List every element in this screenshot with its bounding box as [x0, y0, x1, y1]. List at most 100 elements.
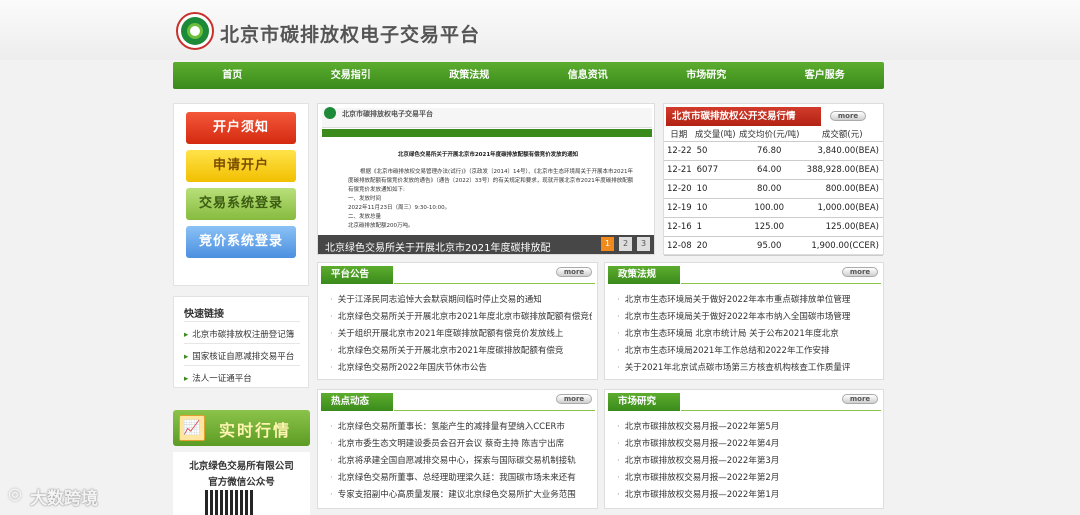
list-item[interactable]: 北京市碳排放权交易月报—2022年第5月 [617, 420, 879, 432]
policies-panel: 政策法规 more 北京市生态环境局关于做好2022年本市重点碳排放单位管理 北… [604, 262, 884, 380]
divider [681, 410, 881, 411]
nav-item-news[interactable]: 信息资讯 [529, 62, 648, 89]
list-item[interactable]: 北京市碳排放权交易月报—2022年第3月 [617, 454, 879, 466]
slide-body-line: 二、发放总量 [348, 214, 382, 220]
slide-caption[interactable]: 北京绿色交易所关于开展北京市2021年度碳排放配 [325, 239, 550, 254]
table-row: 12-21 6077 64.00 388,928.00(BEA) [664, 160, 883, 180]
list-item[interactable]: 关于2021年北京试点碳市场第三方核查机构核查工作质量评 [617, 361, 879, 373]
quick-links-panel: 快速链接 北京市碳排放权注册登记簿 国家核证自愿减排交易平台 法人一证通平台 [173, 296, 309, 388]
list-item[interactable]: 关于江泽民同志追悼大会默哀期间临时停止交易的通知 [330, 293, 592, 305]
cell-date: 12-20 [664, 179, 694, 199]
market-research-panel: 市场研究 more 北京市碳排放权交易月报—2022年第5月 北京市碳排放权交易… [604, 389, 884, 509]
market-quotes-table: 日期 成交量(吨) 成交均价(元/吨) 成交额(元) 12-22 50 76.80 3… [664, 128, 883, 256]
policies-more-button[interactable]: more [842, 267, 878, 277]
list-item[interactable]: 北京市碳排放权交易月报—2022年第2月 [617, 471, 879, 483]
wechat-label: 官方微信公众号 [208, 477, 275, 488]
apply-account-button[interactable]: 申请开户 [186, 150, 296, 182]
cell-volume: 1 [693, 217, 737, 237]
cell-price: 95.00 [736, 236, 802, 256]
cell-amount: 800.00(BEA) [801, 179, 883, 199]
announcements-more-button[interactable]: more [556, 267, 592, 277]
cell-volume: 6077 [693, 160, 737, 180]
site-title: 北京市碳排放权电子交易平台 [220, 24, 481, 46]
divider [184, 365, 300, 366]
trading-system-login-button[interactable]: 交易系统登录 [186, 188, 296, 220]
table-row: 12-08 20 95.00 1,900.00(CCER) [664, 236, 883, 256]
market-research-title: 市场研究 [608, 393, 680, 411]
cell-date: 12-21 [664, 160, 694, 180]
announcements-panel: 平台公告 more 关于江泽民同志追悼大会默哀期间临时停止交易的通知 北京绿色交… [317, 262, 598, 380]
col-header-volume: 成交量(吨) [693, 128, 737, 142]
quick-link-legal-id[interactable]: 法人一证通平台 [184, 372, 252, 384]
cell-amount: 388,928.00(BEA) [801, 160, 883, 180]
nav-item-home[interactable]: 首页 [173, 62, 292, 89]
slide-doc-body: 根据《北京市碳排放权交易管理办法(试行)》（京政发〔2014〕14号）、《北京市… [348, 168, 638, 231]
realtime-quotes-banner[interactable]: 📈 实时行情 [173, 410, 310, 446]
col-header-amount: 成交额(元) [801, 128, 883, 142]
table-row: 12-20 10 80.00 800.00(BEA) [664, 179, 883, 199]
research-more-button[interactable]: more [842, 394, 878, 404]
hot-news-panel: 热点动态 more 北京绿色交易所董事长：氢能产生的减排量有望纳入CCER市 北… [317, 389, 598, 509]
bidding-system-login-button[interactable]: 竞价系统登录 [186, 226, 296, 258]
market-quotes-title: 北京市碳排放权公开交易行情 [666, 107, 821, 126]
logo[interactable] [176, 12, 214, 50]
watermark-icon: ◎ [8, 484, 22, 503]
divider [394, 283, 595, 284]
open-account-notice-button[interactable]: 开户须知 [186, 112, 296, 144]
slide-doc-title: 北京绿色交易所关于开展北京市2021年度碳排放配额有偿竞价发放的通知 [397, 152, 579, 158]
watermark: 大数跨境 [30, 489, 98, 509]
quick-link-registry[interactable]: 北京市碳排放权注册登记簿 [184, 328, 294, 340]
chart-icon: 📈 [179, 415, 205, 441]
wechat-panel: 北京绿色交易所有限公司 官方微信公众号 [173, 452, 310, 515]
list-item[interactable]: 北京市委生态文明建设委员会召开会议 蔡奇主持 陈吉宁出席 [330, 437, 592, 449]
policies-title: 政策法规 [608, 266, 680, 284]
list-item[interactable]: 北京绿色交易所2022年国庆节休市公告 [330, 361, 592, 373]
cell-volume: 50 [693, 141, 737, 161]
news-slideshow[interactable]: 北京市碳排放权电子交易平台 北京绿色交易所关于开展北京市2021年度碳排放配额有… [317, 103, 655, 255]
list-item[interactable]: 北京市碳排放权交易月报—2022年第1月 [617, 488, 879, 500]
nav-item-service[interactable]: 客户服务 [766, 62, 885, 89]
nav-item-research[interactable]: 市场研究 [647, 62, 766, 89]
nav-item-policies[interactable]: 政策法规 [410, 62, 529, 89]
cell-price: 64.00 [736, 160, 802, 180]
cell-date: 12-22 [664, 141, 694, 161]
list-item[interactable]: 关于组织开展北京市2021年度碳排放配额有偿竞价发放线上 [330, 327, 592, 339]
list-item[interactable]: 北京市生态环境局 北京市统计局 关于公布2021年度北京 [617, 327, 879, 339]
col-header-avg-price: 成交均价(元/吨) [736, 128, 802, 142]
divider [394, 410, 595, 411]
announcements-title: 平台公告 [321, 266, 393, 284]
divider [184, 321, 300, 322]
list-item[interactable]: 北京市生态环境局关于做好2022年本市重点碳排放单位管理 [617, 293, 879, 305]
list-item[interactable]: 北京市生态环境局关于做好2022年本市纳入全国碳市场管理 [617, 310, 879, 322]
list-item[interactable]: 北京绿色交易所董事长：氢能产生的减排量有望纳入CCER市 [330, 420, 592, 432]
slide-page-2[interactable]: 2 [619, 237, 632, 251]
quick-link-ccer-platform[interactable]: 国家核证自愿减排交易平台 [184, 350, 294, 362]
nav-item-trading-guide[interactable]: 交易指引 [292, 62, 411, 89]
slide-logo-icon [324, 107, 336, 119]
cell-volume: 20 [693, 236, 737, 256]
table-row: 12-19 10 100.00 1,000.00(BEA) [664, 198, 883, 218]
list-item[interactable]: 北京绿色交易所关于开展北京市2021年度北京市碳排放配额有偿竞价发 [330, 310, 592, 322]
list-item[interactable]: 北京市碳排放权交易月报—2022年第4月 [617, 437, 879, 449]
slide-body-line: 一、发放时间 [348, 196, 382, 202]
realtime-quotes-label: 实时行情 [219, 421, 292, 440]
divider [184, 343, 300, 344]
slide-page-1[interactable]: 1 [601, 237, 614, 251]
list-item[interactable]: 北京市生态环境局2021年工作总结和2022年工作安排 [617, 344, 879, 356]
list-item[interactable]: 北京绿色交易所董事、总经理助理梁久廷：我国碳市场未来还有 [330, 471, 592, 483]
market-more-button[interactable]: more [830, 111, 866, 121]
list-item[interactable]: 北京绿色交易所关于开展北京市2021年度碳排放配额有偿竞 [330, 344, 592, 356]
slide-nav-bar [322, 129, 652, 137]
slide-page-3[interactable]: 3 [637, 237, 650, 251]
list-item[interactable]: 专家支招副中心高质量发展：建议北京绿色交易所扩大业务范围 [330, 488, 592, 500]
slide-site-title: 北京市碳排放权电子交易平台 [342, 110, 433, 118]
cell-price: 100.00 [736, 198, 802, 218]
hot-news-title: 热点动态 [321, 393, 393, 411]
hot-news-more-button[interactable]: more [556, 394, 592, 404]
cell-amount: 1,000.00(BEA) [801, 198, 883, 218]
table-row: 12-16 1 125.00 125.00(BEA) [664, 217, 883, 237]
cell-date: 12-19 [664, 198, 694, 218]
list-item[interactable]: 北京将承建全国自愿减排交易中心，探索与国际碳交易机制接轨 [330, 454, 592, 466]
cell-date: 12-08 [664, 236, 694, 256]
divider [681, 283, 881, 284]
